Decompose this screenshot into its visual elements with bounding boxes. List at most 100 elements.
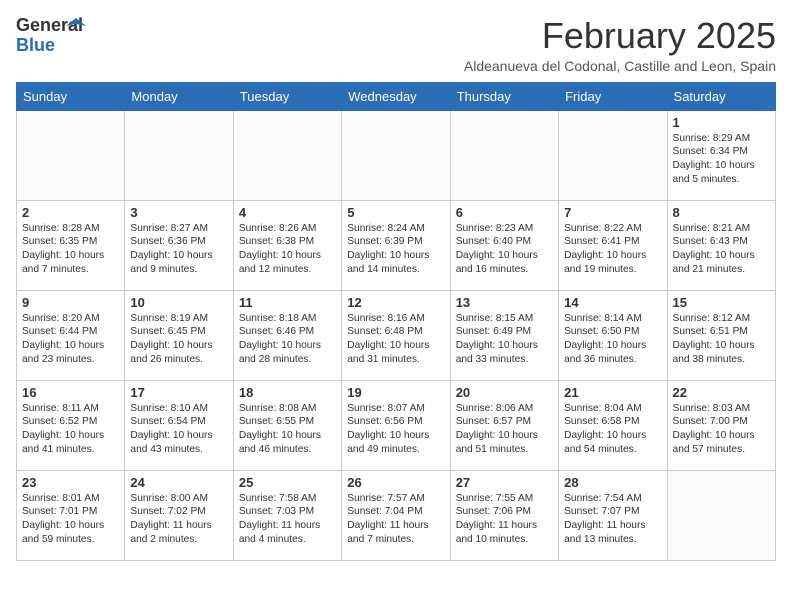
day-number: 5 <box>347 205 444 220</box>
day-number: 13 <box>456 295 553 310</box>
calendar-cell: 10 Sunrise: 8:19 AM Sunset: 6:45 PM Dayli… <box>125 290 233 380</box>
calendar-cell <box>667 470 775 560</box>
calendar-week-5: 23Sunrise: 8:01 AM Sunset: 7:01 PM Dayli… <box>17 470 776 560</box>
day-info: Sunrise: 8:23 AM Sunset: 6:40 PM Dayligh… <box>456 222 553 277</box>
calendar-cell <box>559 110 667 200</box>
day-number: 8 <box>673 205 770 220</box>
day-info: Sunrise: 8:08 AM Sunset: 6:55 PM Dayligh… <box>239 402 336 457</box>
day-info: Sunrise: 8:03 AM Sunset: 7:00 PM Dayligh… <box>673 402 770 457</box>
day-number: 7 <box>564 205 661 220</box>
day-info: Sunrise: 8:21 AM Sunset: 6:43 PM Dayligh… <box>673 222 770 277</box>
weekday-header-saturday: Saturday <box>667 82 775 110</box>
day-info: Sunrise: 8:27 AM Sunset: 6:36 PM Dayligh… <box>130 222 227 277</box>
day-info: Sunrise: 8:19 AM Sunset: 6:45 PM Dayligh… <box>130 312 227 367</box>
day-number: 23 <box>22 475 119 490</box>
calendar-cell: 9Sunrise: 8:20 AM Sunset: 6:44 PM Daylig… <box>17 290 125 380</box>
day-number: 28 <box>564 475 661 490</box>
calendar-cell: 21 Sunrise: 8:04 AM Sunset: 6:58 PM Dayli… <box>559 380 667 470</box>
calendar-cell: 27 Sunrise: 7:55 AM Sunset: 7:06 PM Dayli… <box>450 470 558 560</box>
title-area: February 2025 Aldeanueva del Codonal, Ca… <box>464 16 776 74</box>
calendar-cell: 16 Sunrise: 8:11 AM Sunset: 6:52 PM Dayli… <box>17 380 125 470</box>
calendar-cell: 19 Sunrise: 8:07 AM Sunset: 6:56 PM Dayli… <box>342 380 450 470</box>
day-info: Sunrise: 8:16 AM Sunset: 6:48 PM Dayligh… <box>347 312 444 367</box>
day-number: 15 <box>673 295 770 310</box>
day-info: Sunrise: 8:10 AM Sunset: 6:54 PM Dayligh… <box>130 402 227 457</box>
logo-blue: Blue <box>16 35 55 55</box>
calendar-cell: 8 Sunrise: 8:21 AM Sunset: 6:43 PM Daylig… <box>667 200 775 290</box>
calendar-cell: 2Sunrise: 8:28 AM Sunset: 6:35 PM Daylig… <box>17 200 125 290</box>
day-number: 19 <box>347 385 444 400</box>
calendar-cell <box>450 110 558 200</box>
day-info: Sunrise: 8:26 AM Sunset: 6:38 PM Dayligh… <box>239 222 336 277</box>
day-number: 12 <box>347 295 444 310</box>
calendar-cell: 14Sunrise: 8:14 AM Sunset: 6:50 PM Dayli… <box>559 290 667 380</box>
day-info: Sunrise: 8:00 AM Sunset: 7:02 PM Dayligh… <box>130 492 227 547</box>
weekday-header-monday: Monday <box>125 82 233 110</box>
day-info: Sunrise: 8:24 AM Sunset: 6:39 PM Dayligh… <box>347 222 444 277</box>
calendar-cell <box>17 110 125 200</box>
calendar-cell: 12 Sunrise: 8:16 AM Sunset: 6:48 PM Dayli… <box>342 290 450 380</box>
calendar-cell: 15 Sunrise: 8:12 AM Sunset: 6:51 PM Dayli… <box>667 290 775 380</box>
day-info: Sunrise: 8:06 AM Sunset: 6:57 PM Dayligh… <box>456 402 553 457</box>
day-number: 17 <box>130 385 227 400</box>
day-number: 11 <box>239 295 336 310</box>
calendar-cell: 20 Sunrise: 8:06 AM Sunset: 6:57 PM Dayli… <box>450 380 558 470</box>
calendar-subtitle: Aldeanueva del Codonal, Castille and Leo… <box>464 58 776 74</box>
calendar-cell: 6 Sunrise: 8:23 AM Sunset: 6:40 PM Daylig… <box>450 200 558 290</box>
calendar-cell: 1Sunrise: 8:29 AM Sunset: 6:34 PM Daylig… <box>667 110 775 200</box>
day-number: 26 <box>347 475 444 490</box>
day-info: Sunrise: 8:22 AM Sunset: 6:41 PM Dayligh… <box>564 222 661 277</box>
calendar-cell: 18 Sunrise: 8:08 AM Sunset: 6:55 PM Dayli… <box>233 380 341 470</box>
calendar-cell: 24 Sunrise: 8:00 AM Sunset: 7:02 PM Dayli… <box>125 470 233 560</box>
day-number: 20 <box>456 385 553 400</box>
weekday-header-row: SundayMondayTuesdayWednesdayThursdayFrid… <box>17 82 776 110</box>
calendar-title: February 2025 <box>464 16 776 56</box>
day-info: Sunrise: 7:54 AM Sunset: 7:07 PM Dayligh… <box>564 492 661 547</box>
weekday-header-thursday: Thursday <box>450 82 558 110</box>
calendar-cell <box>125 110 233 200</box>
calendar-header: SundayMondayTuesdayWednesdayThursdayFrid… <box>17 82 776 110</box>
day-info: Sunrise: 8:15 AM Sunset: 6:49 PM Dayligh… <box>456 312 553 367</box>
calendar-cell: 5 Sunrise: 8:24 AM Sunset: 6:39 PM Daylig… <box>342 200 450 290</box>
weekday-header-sunday: Sunday <box>17 82 125 110</box>
day-info: Sunrise: 8:14 AM Sunset: 6:50 PM Dayligh… <box>564 312 661 367</box>
day-number: 18 <box>239 385 336 400</box>
calendar-cell <box>233 110 341 200</box>
calendar-body: 1Sunrise: 8:29 AM Sunset: 6:34 PM Daylig… <box>17 110 776 560</box>
day-info: Sunrise: 8:29 AM Sunset: 6:34 PM Dayligh… <box>673 132 770 187</box>
day-number: 10 <box>130 295 227 310</box>
weekday-header-wednesday: Wednesday <box>342 82 450 110</box>
calendar-cell: 25 Sunrise: 7:58 AM Sunset: 7:03 PM Dayli… <box>233 470 341 560</box>
day-number: 27 <box>456 475 553 490</box>
calendar-cell: 11Sunrise: 8:18 AM Sunset: 6:46 PM Dayli… <box>233 290 341 380</box>
weekday-header-friday: Friday <box>559 82 667 110</box>
day-number: 24 <box>130 475 227 490</box>
calendar-cell: 13 Sunrise: 8:15 AM Sunset: 6:49 PM Dayli… <box>450 290 558 380</box>
day-info: Sunrise: 8:12 AM Sunset: 6:51 PM Dayligh… <box>673 312 770 367</box>
calendar-table: SundayMondayTuesdayWednesdayThursdayFrid… <box>16 82 776 561</box>
day-number: 6 <box>456 205 553 220</box>
logo-graphic: General Blue <box>16 16 64 60</box>
day-number: 16 <box>22 385 119 400</box>
logo: General Blue <box>16 16 64 60</box>
day-info: Sunrise: 7:57 AM Sunset: 7:04 PM Dayligh… <box>347 492 444 547</box>
calendar-week-2: 2Sunrise: 8:28 AM Sunset: 6:35 PM Daylig… <box>17 200 776 290</box>
day-info: Sunrise: 8:04 AM Sunset: 6:58 PM Dayligh… <box>564 402 661 457</box>
day-info: Sunrise: 8:07 AM Sunset: 6:56 PM Dayligh… <box>347 402 444 457</box>
day-number: 3 <box>130 205 227 220</box>
calendar-cell: 17 Sunrise: 8:10 AM Sunset: 6:54 PM Dayli… <box>125 380 233 470</box>
weekday-header-tuesday: Tuesday <box>233 82 341 110</box>
day-info: Sunrise: 8:28 AM Sunset: 6:35 PM Dayligh… <box>22 222 119 277</box>
calendar-cell: 3 Sunrise: 8:27 AM Sunset: 6:36 PM Daylig… <box>125 200 233 290</box>
day-info: Sunrise: 7:55 AM Sunset: 7:06 PM Dayligh… <box>456 492 553 547</box>
calendar-cell: 7 Sunrise: 8:22 AM Sunset: 6:41 PM Daylig… <box>559 200 667 290</box>
day-info: Sunrise: 8:20 AM Sunset: 6:44 PM Dayligh… <box>22 312 119 367</box>
day-number: 22 <box>673 385 770 400</box>
calendar-week-4: 16 Sunrise: 8:11 AM Sunset: 6:52 PM Dayli… <box>17 380 776 470</box>
day-info: Sunrise: 8:11 AM Sunset: 6:52 PM Dayligh… <box>22 402 119 457</box>
day-number: 25 <box>239 475 336 490</box>
calendar-week-1: 1Sunrise: 8:29 AM Sunset: 6:34 PM Daylig… <box>17 110 776 200</box>
header: General Blue February 2025 Aldeanueva de… <box>16 16 776 74</box>
day-number: 21 <box>564 385 661 400</box>
day-info: Sunrise: 7:58 AM Sunset: 7:03 PM Dayligh… <box>239 492 336 547</box>
